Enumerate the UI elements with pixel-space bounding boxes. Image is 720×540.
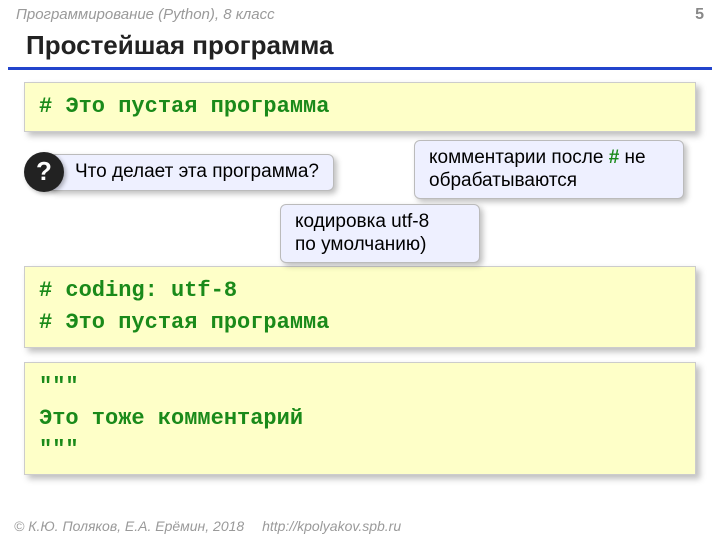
code-line: Это тоже комментарий xyxy=(39,403,681,435)
question-badge: ? xyxy=(24,152,64,192)
code-line: # coding: utf-8 xyxy=(39,275,681,307)
code-line: # Это пустая программа xyxy=(39,307,681,339)
page-title: Простейшая программа xyxy=(8,28,712,70)
callout-line: кодировка utf-8 xyxy=(295,211,429,232)
callout-encoding: кодировка utf-8 по умолчанию) xyxy=(280,204,480,264)
code-block-3: """ Это тоже комментарий """ xyxy=(24,362,696,476)
course-label: Программирование (Python), 8 класс xyxy=(16,6,275,24)
hash-icon: # xyxy=(609,147,620,168)
code-block-1: # Это пустая программа xyxy=(24,82,696,132)
callout-text: комментарии после xyxy=(429,147,609,168)
copyright: © К.Ю. Поляков, Е.А. Ерёмин, 2018 xyxy=(14,518,244,534)
callout-hash: комментарии после # не обрабатываются xyxy=(414,140,684,200)
header: Программирование (Python), 8 класс 5 xyxy=(0,0,720,28)
content: # Это пустая программа ? Что делает эта … xyxy=(0,82,720,475)
code-line: """ xyxy=(39,371,681,403)
callout-row: ? Что делает эта программа? комментарии … xyxy=(24,146,696,256)
code-line: # Это пустая программа xyxy=(39,94,329,119)
page-number: 5 xyxy=(695,6,704,24)
code-block-2: # coding: utf-8 # Это пустая программа xyxy=(24,266,696,348)
callout-text: Что делает эта программа? xyxy=(75,161,319,182)
callout-question: Что делает эта программа? xyxy=(48,154,334,191)
footer-link: http://kpolyakov.spb.ru xyxy=(262,518,401,534)
code-line: """ xyxy=(39,434,681,466)
footer: © К.Ю. Поляков, Е.А. Ерёмин, 2018 http:/… xyxy=(14,518,401,534)
callout-line: по умолчанию) xyxy=(295,234,426,255)
